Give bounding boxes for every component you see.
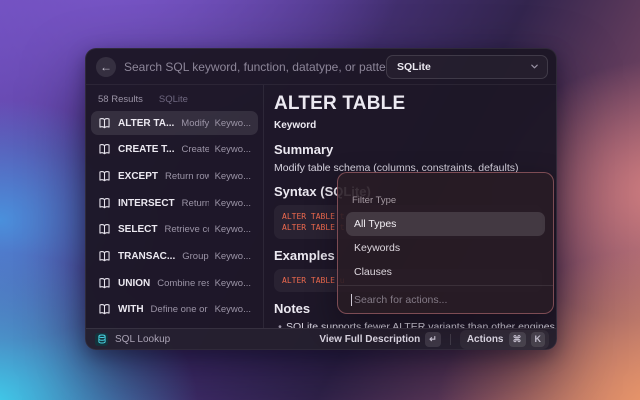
k-key-badge: K: [531, 332, 546, 347]
detail-title: ALTER TABLE: [274, 93, 542, 115]
footer-divider: [450, 334, 451, 345]
enter-key-badge: ↵: [425, 332, 441, 347]
filter-type-label: Filter Type: [338, 195, 553, 208]
filter-option-all-types[interactable]: All Types: [346, 212, 545, 236]
item-title: ALTER TA...: [118, 118, 174, 129]
bullet-dot: •: [274, 321, 286, 328]
item-subtitle: Retrieve colu...: [164, 224, 208, 235]
text-cursor: [351, 294, 352, 306]
item-title: UNION: [118, 278, 150, 289]
item-title: SELECT: [118, 224, 157, 235]
list-item[interactable]: EXCEPT Return rows f...Keywo...: [91, 164, 258, 188]
view-full-description-button[interactable]: View Full Description ↵: [319, 332, 441, 347]
list-item[interactable]: WITH Define one or m...Keywo...: [91, 298, 258, 322]
open-book-icon: [98, 117, 111, 130]
list-item[interactable]: INTERSECT Return ro...Keywo...: [91, 191, 258, 215]
chevron-down-icon: [530, 62, 539, 71]
item-accessory: Keywo...: [209, 251, 251, 262]
item-accessory: Keywo...: [209, 304, 251, 315]
detail-subtitle: Keyword: [274, 120, 542, 131]
example-line: ALTER TABLE u: [282, 276, 345, 285]
open-book-icon: [98, 197, 111, 210]
filter-option-clauses[interactable]: Clauses: [346, 260, 545, 284]
filter-option-label: All Types: [354, 218, 396, 230]
item-subtitle: Create a...: [181, 144, 208, 155]
syntax-line-1: ALTER TABLE t: [282, 212, 345, 221]
cmd-key-badge: ⌘: [509, 332, 526, 347]
item-title: INTERSECT: [118, 198, 175, 209]
database-icon: [95, 333, 108, 346]
actions-search-placeholder: Search for actions...: [354, 294, 447, 306]
results-count: 58 Results: [98, 94, 143, 105]
app-name: SQL Lookup: [115, 334, 170, 345]
item-accessory: Keywo...: [209, 144, 251, 155]
summary-heading: Summary: [274, 142, 542, 157]
arrow-left-icon: ←: [100, 61, 112, 73]
item-subtitle: Group st...: [182, 251, 208, 262]
syntax-line-2: ALTER TABLE t: [282, 223, 345, 232]
results-scope: SQLite: [159, 94, 188, 105]
open-book-icon: [98, 223, 111, 236]
engine-dropdown-value: SQLite: [397, 61, 431, 73]
sql-lookup-window: ← SQLite 58 Results SQLite ALTER TA... Mo…: [85, 48, 557, 350]
item-subtitle: Combine resul...: [157, 278, 208, 289]
list-item[interactable]: CREATE T... Create a...Keywo...: [91, 138, 258, 162]
filter-option-label: Clauses: [354, 266, 392, 278]
note-text: SQLite supports fewer ALTER variants tha…: [286, 321, 555, 328]
overlay-spacer: [338, 173, 553, 195]
list-item[interactable]: ALTER TA... Modify ta...Keywo...: [91, 111, 258, 135]
filter-type-overlay: Filter Type All Types Keywords Clauses S…: [337, 172, 554, 314]
results-header: 58 Results SQLite: [86, 91, 263, 107]
list-item[interactable]: UNION Combine resul...Keywo...: [91, 271, 258, 295]
item-subtitle: Return ro...: [182, 198, 209, 209]
open-book-icon: [98, 143, 111, 156]
item-subtitle: Modify ta...: [181, 118, 208, 129]
list-item[interactable]: TRANSAC... Group st...Keywo...: [91, 244, 258, 268]
actions-label: Actions: [467, 334, 504, 345]
engine-dropdown[interactable]: SQLite: [386, 55, 548, 79]
item-accessory: Keywo...: [209, 278, 251, 289]
action-bar: SQL Lookup View Full Description ↵ Actio…: [86, 328, 556, 349]
item-title: TRANSAC...: [118, 251, 175, 262]
results-list: 58 Results SQLite ALTER TA... Modify ta..…: [86, 85, 264, 328]
actions-button[interactable]: Actions ⌘ K: [460, 330, 549, 349]
filter-option-label: Keywords: [354, 242, 400, 254]
open-book-icon: [98, 170, 111, 183]
open-book-icon: [98, 250, 111, 263]
results-rows: ALTER TA...Modify ta...Keywo...CREATE T.…: [86, 107, 263, 328]
filter-option-keywords[interactable]: Keywords: [346, 236, 545, 260]
item-accessory: Keywo...: [209, 171, 251, 182]
filter-type-items: All Types Keywords Clauses: [338, 208, 553, 284]
search-input[interactable]: [124, 60, 386, 74]
note-item: • SQLite supports fewer ALTER variants t…: [274, 321, 542, 328]
item-subtitle: Define one or m...: [151, 304, 209, 315]
item-title: WITH: [118, 304, 144, 315]
search-bar: ← SQLite: [86, 49, 556, 85]
item-accessory: Keywo...: [209, 224, 251, 235]
item-accessory: Keywo...: [209, 118, 251, 129]
item-title: EXCEPT: [118, 171, 158, 182]
open-book-icon: [98, 303, 111, 316]
item-subtitle: Return rows f...: [165, 171, 209, 182]
item-accessory: Keywo...: [209, 198, 251, 209]
actions-search-input[interactable]: Search for actions...: [338, 285, 553, 313]
item-title: CREATE T...: [118, 144, 174, 155]
view-full-description-label: View Full Description: [319, 334, 420, 345]
list-item[interactable]: SELECT Retrieve colu...Keywo...: [91, 218, 258, 242]
open-book-icon: [98, 277, 111, 290]
back-button[interactable]: ←: [96, 57, 116, 77]
